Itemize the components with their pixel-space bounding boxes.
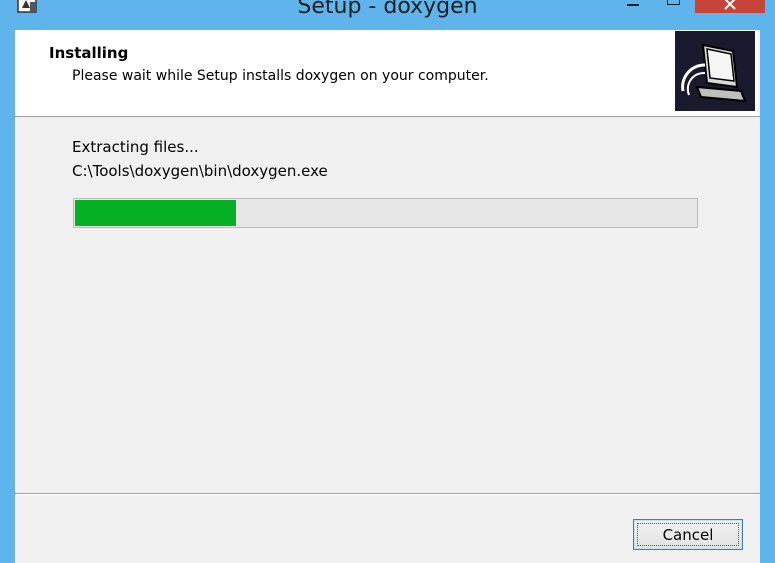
wizard-header: Installing Please wait while Setup insta…: [15, 30, 760, 117]
focus-rectangle: [637, 523, 739, 546]
page-title: Installing: [49, 44, 129, 62]
client-area: Installing Please wait while Setup insta…: [15, 30, 760, 563]
maximize-button[interactable]: [660, 0, 688, 12]
window-title: Setup - doxygen: [297, 0, 478, 19]
setup-window: Setup - doxygen Installing Please wait w…: [0, 0, 775, 563]
footer-separator: [15, 493, 760, 495]
close-button[interactable]: [695, 0, 765, 13]
install-progress-bar: [73, 198, 698, 228]
status-label: Extracting files...: [72, 138, 199, 156]
cancel-button[interactable]: Cancel: [633, 519, 743, 550]
maximize-icon: [667, 0, 680, 5]
close-icon: [724, 0, 736, 10]
page-subtitle: Please wait while Setup installs doxygen…: [72, 68, 489, 84]
current-file-path: C:\Tools\doxygen\bin\doxygen.exe: [72, 162, 328, 180]
minimize-button[interactable]: [619, 0, 649, 12]
minimize-icon: [627, 4, 639, 6]
title-bar[interactable]: Setup - doxygen: [0, 0, 775, 26]
progress-fill: [75, 200, 236, 226]
computer-install-logo: [675, 31, 755, 111]
